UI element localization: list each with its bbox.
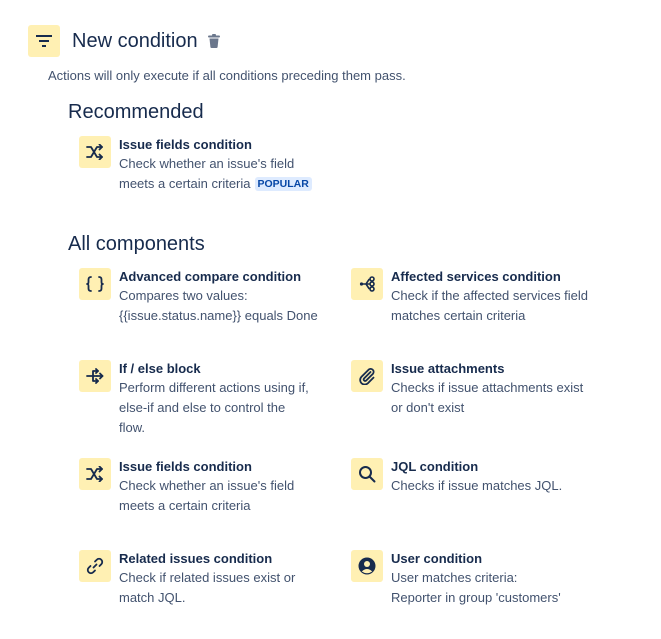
component-desc: matches certain criteria [391, 308, 526, 323]
search-icon [351, 458, 383, 490]
component-title: Issue attachments [391, 361, 505, 376]
shuffle-icon [79, 136, 111, 168]
branch-icon [79, 360, 111, 392]
section-title-recommended: Recommended [68, 101, 204, 123]
component-title: Advanced compare condition [119, 269, 302, 284]
component-if-else-block[interactable]: If / else block Perform different action… [79, 360, 339, 438]
component-desc: or don't exist [391, 400, 465, 415]
component-title: Issue fields condition [119, 137, 252, 152]
user-icon [351, 550, 383, 582]
component-desc: Check if related issues exist or [119, 570, 296, 585]
component-title: User condition [391, 551, 483, 566]
page-subtitle: Actions will only execute if all conditi… [48, 68, 406, 83]
component-affected-services[interactable]: Affected services condition Check if the… [351, 268, 651, 326]
braces-icon [79, 268, 111, 300]
component-issue-fields-recommended[interactable]: Issue fields condition Check whether an … [79, 136, 379, 194]
component-issue-attachments[interactable]: Issue attachments Checks if issue attach… [351, 360, 651, 418]
component-desc: flow. [119, 420, 146, 435]
component-desc: Compares two values: [119, 288, 248, 303]
header: New condition [28, 25, 220, 57]
component-desc: match JQL. [119, 590, 186, 605]
component-title: Related issues condition [119, 551, 273, 566]
component-desc: Checks if issue attachments exist [391, 380, 584, 395]
page-title: New condition [72, 29, 198, 52]
component-desc: Check if the affected services field [391, 288, 589, 303]
component-desc: {{issue.status.name}} equals Done [119, 308, 318, 323]
component-jql-condition[interactable]: JQL condition Checks if issue matches JQ… [351, 458, 651, 496]
section-title-all-components: All components [68, 233, 205, 255]
component-desc: Check whether an issue's field [119, 156, 295, 171]
component-desc: Reporter in group 'customers' [391, 590, 561, 605]
component-desc: User matches criteria: [391, 570, 518, 585]
component-issue-fields[interactable]: Issue fields condition Check whether an … [79, 458, 339, 516]
component-desc: Check whether an issue's field [119, 478, 295, 493]
shuffle-icon [79, 458, 111, 490]
trash-icon[interactable] [207, 34, 220, 48]
component-title: Issue fields condition [119, 459, 252, 474]
component-desc: Checks if issue matches JQL. [391, 478, 563, 493]
component-desc-line2: meets a certain criteria POPULAR [119, 174, 312, 194]
component-desc: else-if and else to control the [119, 400, 286, 415]
component-desc: meets a certain criteria [119, 498, 251, 513]
component-related-issues[interactable]: Related issues condition Check if relate… [79, 550, 339, 608]
component-desc: Perform different actions using if, [119, 380, 309, 395]
component-user-condition[interactable]: User condition User matches criteria: Re… [351, 550, 651, 608]
component-title: Affected services condition [391, 269, 561, 284]
paperclip-icon [351, 360, 383, 392]
component-title: If / else block [119, 361, 201, 376]
popular-badge: POPULAR [254, 177, 312, 191]
services-icon [351, 268, 383, 300]
component-title: JQL condition [391, 459, 479, 474]
component-desc-text: meets a certain criteria [119, 176, 251, 191]
component-advanced-compare[interactable]: Advanced compare condition Compares two … [79, 268, 339, 326]
link-icon [79, 550, 111, 582]
filter-icon [28, 25, 60, 57]
